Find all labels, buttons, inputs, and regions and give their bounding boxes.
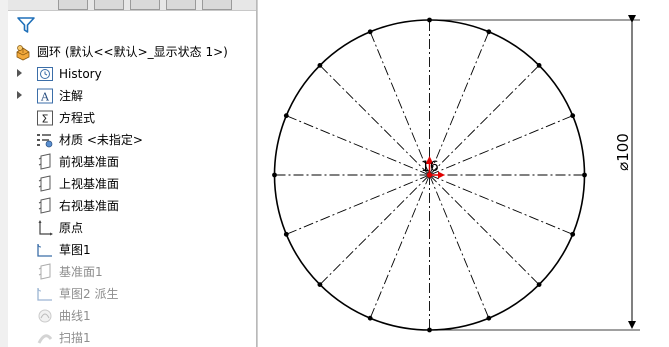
pattern-count-label: 16 xyxy=(421,159,439,175)
centerline[interactable] xyxy=(429,31,490,176)
sketch-canvas[interactable]: ⌀100 16 xyxy=(258,0,669,347)
tab-property-manager[interactable] xyxy=(94,0,124,10)
tab-display-manager[interactable] xyxy=(202,0,232,10)
tree-item[interactable]: A 注解 xyxy=(8,85,256,107)
tree-item-label: 圆环 (默认<<默认>_显示状态 1>) xyxy=(37,45,228,59)
tree-item[interactable]: 基准面1 xyxy=(8,261,256,283)
tree-item-label: 草图1 xyxy=(59,243,91,257)
tree-item-label: History xyxy=(59,67,102,81)
filter-bar xyxy=(8,13,256,37)
sketch-point[interactable] xyxy=(486,315,492,321)
tree-item[interactable]: 草图1 xyxy=(8,239,256,261)
centerline[interactable] xyxy=(286,174,430,235)
tree-item[interactable]: 曲线1 xyxy=(8,305,256,327)
centerline[interactable] xyxy=(319,174,430,285)
sketch-point[interactable] xyxy=(570,113,576,119)
tab-configuration-manager[interactable] xyxy=(130,0,160,10)
sketch-point[interactable] xyxy=(427,17,432,23)
plane-icon xyxy=(36,197,54,215)
tree-item-label: 曲线1 xyxy=(59,309,91,323)
plane-icon xyxy=(36,175,54,193)
sketch-point[interactable] xyxy=(536,63,542,68)
history-icon xyxy=(36,65,54,83)
tree-item-label: 基准面1 xyxy=(59,265,103,279)
tree-item[interactable]: 材质 <未指定> xyxy=(8,129,256,151)
tree-item[interactable]: 扫描1 xyxy=(8,327,256,347)
annotations-icon: A xyxy=(36,87,54,105)
sketch-point[interactable] xyxy=(317,63,323,68)
panel-tab-strip xyxy=(8,0,256,11)
tree-item-label: 上视基准面 xyxy=(59,177,120,191)
tree-item-label: 前视基准面 xyxy=(59,155,120,169)
centerline[interactable] xyxy=(429,115,573,176)
tree-item[interactable]: 右视基准面 xyxy=(8,195,256,217)
tree-item[interactable]: Σ 方程式 xyxy=(8,107,256,129)
tree-item[interactable]: History xyxy=(8,63,256,85)
sketch-icon xyxy=(36,285,54,303)
centerline[interactable] xyxy=(429,174,490,319)
tree-item-label: 右视基准面 xyxy=(59,199,120,213)
sketch-point[interactable] xyxy=(367,315,373,321)
curve-icon xyxy=(36,307,54,325)
sketch-point[interactable] xyxy=(317,282,323,287)
plane-icon xyxy=(36,263,54,281)
filter-icon[interactable] xyxy=(16,16,36,34)
part-icon xyxy=(14,43,32,61)
svg-text:Σ: Σ xyxy=(42,113,49,126)
tree-item[interactable]: 草图2 派生 xyxy=(8,283,256,305)
tree-item[interactable]: 前视基准面 xyxy=(8,151,256,173)
expand-arrow-icon[interactable] xyxy=(17,91,22,99)
tree-item-label: 草图2 派生 xyxy=(59,287,119,301)
sketch-point[interactable] xyxy=(272,172,277,178)
tree-item-label: 注解 xyxy=(59,89,84,103)
tree-item-label: 方程式 xyxy=(59,111,96,125)
origin-icon xyxy=(36,219,54,237)
plane-icon xyxy=(36,153,54,171)
sketch-point[interactable] xyxy=(582,172,587,178)
expand-arrow-icon[interactable] xyxy=(17,69,22,77)
sketch-point[interactable] xyxy=(283,231,289,237)
tree-root-part[interactable]: 圆环 (默认<<默认>_显示状态 1>) xyxy=(8,41,256,63)
diameter-dimension-text[interactable]: ⌀100 xyxy=(614,133,632,171)
centerline[interactable] xyxy=(429,174,573,235)
svg-text:A: A xyxy=(40,91,50,104)
tree-item-label: 扫描1 xyxy=(59,331,91,345)
centerline[interactable] xyxy=(286,115,430,176)
sketch-point[interactable] xyxy=(536,282,542,287)
sketch-point[interactable] xyxy=(570,231,576,237)
centerline[interactable] xyxy=(369,174,430,319)
centerline[interactable] xyxy=(369,31,430,176)
solidworks-window: 圆环 (默认<<默认>_显示状态 1>) History A 注解 Σ 方程式材质 <未指… xyxy=(0,0,669,347)
sketch-point[interactable] xyxy=(283,113,289,119)
centerline[interactable] xyxy=(429,65,540,176)
centerline[interactable] xyxy=(429,174,540,285)
sketch-point[interactable] xyxy=(486,29,492,35)
tree-item[interactable]: 上视基准面 xyxy=(8,173,256,195)
sketch-point[interactable] xyxy=(427,327,432,333)
sketch-icon xyxy=(36,241,54,259)
centerline[interactable] xyxy=(319,65,430,176)
tab-dimxpert[interactable] xyxy=(166,0,196,10)
tab-feature-manager[interactable] xyxy=(58,0,88,10)
sweep-icon xyxy=(36,329,54,347)
graphics-area[interactable]: ⌀100 16 xyxy=(257,0,669,347)
material-icon xyxy=(36,131,54,149)
tree-item[interactable]: 原点 xyxy=(8,217,256,239)
tree-item-label: 原点 xyxy=(59,221,84,235)
tree-item-label: 材质 <未指定> xyxy=(59,133,143,147)
sketch-point[interactable] xyxy=(367,29,373,35)
feature-manager-panel: 圆环 (默认<<默认>_显示状态 1>) History A 注解 Σ 方程式材质 <未指… xyxy=(8,0,257,347)
equations-icon: Σ xyxy=(36,109,54,127)
